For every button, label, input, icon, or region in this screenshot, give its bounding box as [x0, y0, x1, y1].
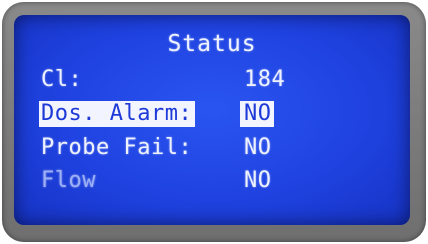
status-value-dosing-alarm: NO — [240, 101, 274, 127]
status-value-probe-fail: NO — [244, 135, 272, 160]
status-label-probe-fail: Probe Fail: — [41, 135, 193, 160]
status-row-dosing-alarm[interactable]: Dos. Alarm: NO — [14, 101, 410, 127]
status-label-dosing-alarm: Dos. Alarm: — [39, 101, 196, 127]
status-row-flow[interactable]: Flow NO — [14, 168, 410, 194]
status-row-probe-fail[interactable]: Probe Fail: NO — [14, 135, 410, 161]
lcd-screen: Status Cl: 184 Dos. Alarm: NO Probe Fail… — [14, 15, 410, 225]
status-value-flow: NO — [244, 168, 272, 193]
status-label-flow: Flow — [41, 168, 96, 193]
status-row-cl[interactable]: Cl: 184 — [14, 67, 410, 93]
status-value-cl: 184 — [244, 67, 286, 92]
screen-title: Status — [167, 31, 257, 57]
status-label-cl: Cl: — [41, 67, 83, 92]
